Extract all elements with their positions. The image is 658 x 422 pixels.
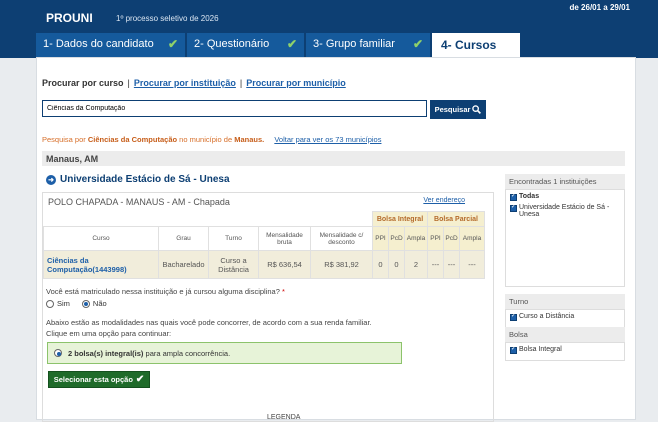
- col-grau: Grau: [158, 226, 209, 251]
- bolsa-list: Bolsa Integral: [505, 342, 625, 361]
- radio-circle-selected: [54, 349, 62, 357]
- cell-parcial-ppi: ---: [427, 250, 444, 279]
- bolsa-integral-header: Bolsa Integral: [372, 211, 428, 227]
- checkbox-checked: [510, 192, 517, 201]
- back-to-cities-link[interactable]: Voltar para ver os 73 municípios: [274, 135, 381, 144]
- col-integral-ampla: Ampla: [404, 226, 428, 251]
- cell-parcial-ampla: ---: [459, 250, 485, 279]
- tab-questionario[interactable]: 2- Questionário ✔: [187, 33, 305, 57]
- process-subtitle: 1º processo seletivo de 2026: [116, 14, 219, 23]
- turno-filter: Turno Curso a Distância: [505, 294, 625, 328]
- period-text: de 26/01 a 29/01: [569, 3, 631, 12]
- search-summary: Pesquisa por Ciências da Computação no m…: [42, 135, 382, 144]
- search-input[interactable]: [42, 100, 427, 117]
- polo-name: POLO CHAPADA - MANAUS - AM - Chapada: [48, 197, 230, 207]
- radio-circle: [46, 299, 54, 308]
- cell-turno: Curso a Distância: [208, 250, 259, 279]
- option-rest: para ampla concorrência.: [145, 348, 231, 358]
- filter-curso-distancia[interactable]: Curso a Distância: [510, 312, 620, 321]
- checkbox-checked: [510, 203, 517, 212]
- enrollment-radio-group: Sim Não: [46, 299, 107, 308]
- institution-name: Universidade Estácio de Sá - Unesa: [60, 174, 230, 185]
- enrollment-question: Você está matriculado nessa instituição …: [46, 287, 285, 296]
- search-icon: [472, 105, 482, 114]
- checkbox-checked: [510, 345, 517, 354]
- cell-integral-ampla: 2: [404, 250, 428, 279]
- chevron-right-icon: ➜: [46, 174, 56, 185]
- col-turno: Turno: [208, 226, 259, 251]
- city-header: Manaus, AM: [42, 151, 625, 166]
- modalidades-info: Abaixo estão as modalidades nas quais vo…: [46, 318, 372, 338]
- col-integral-pcd: PcD: [388, 226, 405, 251]
- col-parcial-ampla: Ampla: [459, 226, 485, 251]
- col-curso: Curso: [43, 226, 159, 251]
- cell-integral-ppi: 0: [372, 250, 389, 279]
- select-option-button[interactable]: Selecionar esta opção ✔: [48, 371, 150, 388]
- col-mensalidade-desconto: Mensalidade c/ desconto: [310, 226, 373, 251]
- turno-title: Turno: [505, 294, 625, 309]
- tab-label: 1- Dados do candidato: [43, 38, 154, 50]
- brand-logo: PROUNI: [46, 11, 93, 25]
- main-panel: Procurar por curso | Procurar por institui…: [36, 57, 636, 422]
- search-by-institution-link[interactable]: Procurar por instituição: [134, 78, 236, 88]
- search-button-label: Pesquisar: [434, 105, 471, 114]
- check-icon: ✔: [167, 37, 178, 51]
- required-marker: *: [281, 287, 285, 296]
- radio-nao[interactable]: Não: [81, 299, 107, 308]
- bolsa-option[interactable]: 2 bolsa(s) integral(is) para ampla conco…: [47, 342, 402, 364]
- option-bold: 2 bolsa(s) integral(is): [68, 348, 144, 358]
- tab-grupo-familiar[interactable]: 3- Grupo familiar ✔: [306, 33, 431, 57]
- tab-dados-candidato[interactable]: 1- Dados do candidato ✔: [36, 33, 186, 57]
- search-by-city-link[interactable]: Procurar por município: [246, 78, 346, 88]
- check-icon: ✔: [135, 374, 145, 385]
- filter-bolsa-integral[interactable]: Bolsa Integral: [510, 345, 620, 354]
- result-course: Ciências da Computação: [87, 135, 178, 144]
- check-icon: ✔: [412, 37, 423, 51]
- tab-label: 3- Grupo familiar: [313, 38, 395, 50]
- check-icon: ✔: [286, 37, 297, 51]
- institution-title[interactable]: ➜ Universidade Estácio de Sá - Unesa: [46, 174, 230, 185]
- bolsa-title: Bolsa: [505, 327, 625, 342]
- cell-bruta: R$ 636,54: [258, 250, 311, 279]
- institutions-list: Todas Universidade Estácio de Sá - Unesa: [505, 189, 625, 287]
- cell-parcial-pcd: ---: [443, 250, 460, 279]
- turno-list: Curso a Distância: [505, 309, 625, 328]
- search-button[interactable]: Pesquisar: [430, 100, 486, 119]
- course-name-link[interactable]: Ciências da Computação(1443998): [43, 250, 159, 279]
- col-mensalidade-bruta: Mensalidade bruta: [258, 226, 311, 251]
- cell-integral-pcd: 0: [388, 250, 405, 279]
- col-parcial-ppi: PPI: [427, 226, 444, 251]
- result-city: Manaus.: [234, 135, 265, 144]
- institutions-filter: Encontradas 1 instituições Todas Univers…: [505, 174, 625, 287]
- cell-grau: Bacharelado: [158, 250, 209, 279]
- ver-endereco-link[interactable]: Ver endereço: [423, 197, 465, 204]
- col-integral-ppi: PPI: [372, 226, 389, 251]
- institutions-count: Encontradas 1 instituições: [505, 174, 625, 189]
- step-tabs: 1- Dados do candidato ✔ 2- Questionário …: [36, 33, 636, 57]
- filter-estacio[interactable]: Universidade Estácio de Sá - Unesa: [510, 203, 620, 218]
- filter-todas[interactable]: Todas: [510, 192, 620, 201]
- cell-desconto: R$ 381,92: [310, 250, 373, 279]
- search-by-course: Procurar por curso: [42, 78, 124, 88]
- col-parcial-pcd: PcD: [443, 226, 460, 251]
- bolsa-filter: Bolsa Bolsa Integral: [505, 327, 625, 361]
- top-header: PROUNI 1º processo seletivo de 2026 de 2…: [0, 0, 658, 58]
- radio-circle-selected: [81, 299, 90, 308]
- checkbox-checked: [510, 312, 517, 321]
- table-row[interactable]: Ciências da Computação(1443998) Bacharel…: [43, 250, 485, 279]
- course-table: Bolsa Integral Bolsa Parcial Curso Grau …: [43, 211, 485, 279]
- tab-label: 2- Questionário: [194, 38, 270, 50]
- radio-sim[interactable]: Sim: [46, 299, 70, 308]
- search-mode-links: Procurar por curso | Procurar por institui…: [42, 78, 346, 88]
- tab-cursos[interactable]: 4- Cursos: [432, 33, 521, 57]
- tab-label: 4- Cursos: [441, 38, 497, 52]
- bolsa-parcial-header: Bolsa Parcial: [427, 211, 485, 227]
